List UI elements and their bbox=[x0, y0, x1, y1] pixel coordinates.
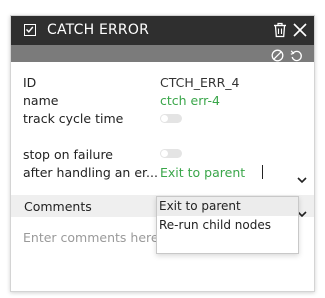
comments-label: Comments bbox=[24, 199, 92, 214]
catch-error-panel: CATCH ERROR ID CTCH_ERR_4 name ctch err-… bbox=[10, 15, 315, 292]
id-value: CTCH_ERR_4 bbox=[160, 75, 240, 90]
close-icon[interactable] bbox=[292, 22, 308, 42]
reset-icon[interactable] bbox=[290, 47, 303, 66]
check-square-icon bbox=[24, 24, 36, 36]
after-handling-label: after handling an er... bbox=[23, 165, 158, 180]
panel-toolbar bbox=[11, 45, 314, 62]
dropdown-option[interactable]: Re-run child nodes bbox=[157, 216, 298, 235]
after-handling-dropdown: Exit to parent Re-run child nodes bbox=[156, 196, 299, 254]
track-cycle-time-label: track cycle time bbox=[23, 111, 124, 126]
name-label: name bbox=[23, 93, 59, 108]
dropdown-option[interactable]: Exit to parent bbox=[157, 197, 298, 216]
trash-icon[interactable] bbox=[273, 22, 287, 42]
name-field[interactable]: ctch err-4 bbox=[160, 93, 220, 108]
id-label: ID bbox=[23, 75, 37, 90]
text-cursor bbox=[262, 165, 263, 179]
stop-on-failure-toggle[interactable] bbox=[160, 149, 182, 158]
ban-icon[interactable] bbox=[271, 47, 284, 66]
stop-on-failure-label: stop on failure bbox=[23, 147, 113, 162]
chevron-down-icon[interactable] bbox=[297, 169, 307, 188]
panel-title: CATCH ERROR bbox=[47, 22, 149, 38]
comments-input[interactable]: Enter comments here. bbox=[23, 230, 163, 245]
title-bar: CATCH ERROR bbox=[11, 16, 314, 45]
track-cycle-time-toggle[interactable] bbox=[160, 114, 182, 123]
after-handling-select[interactable]: Exit to parent bbox=[160, 165, 245, 180]
